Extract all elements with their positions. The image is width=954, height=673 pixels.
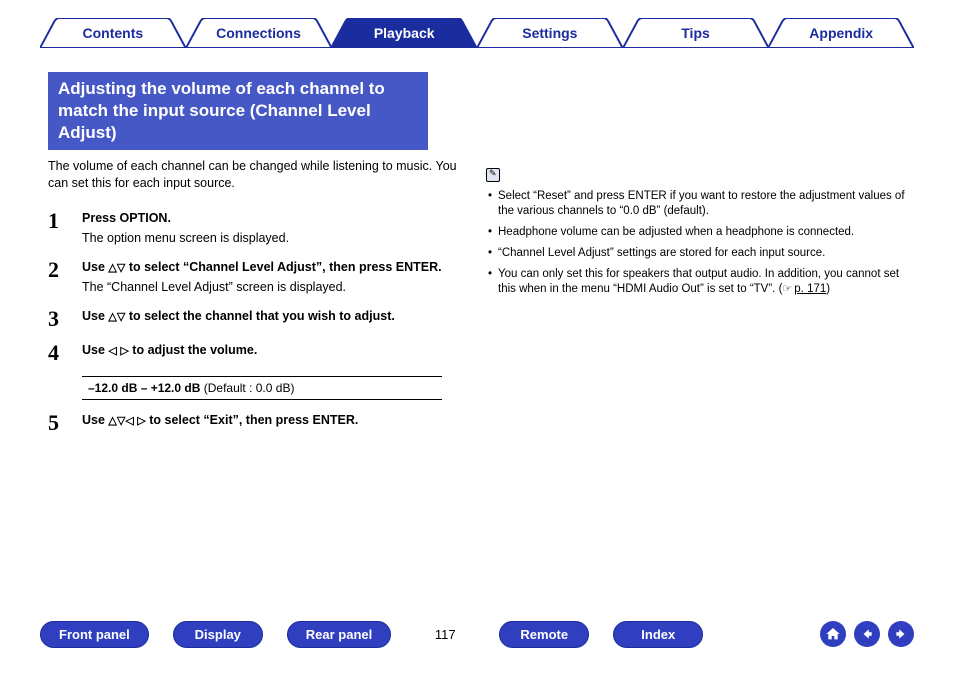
tab-label: Appendix [809,25,873,41]
step-title: Use to select “Exit”, then press ENTER. [82,412,458,430]
step-desc: The “Channel Level Adjust” screen is dis… [82,279,458,297]
top-tab-row: Contents Connections Playback Settings T… [0,0,954,54]
step-5: 5 Use to select “Exit”, then press ENTER… [48,412,458,434]
step-number: 4 [48,342,66,364]
prev-page-icon[interactable] [854,621,880,647]
tab-label: Connections [216,25,301,41]
tab-tips[interactable]: Tips [623,18,769,48]
triangle-up-icon [108,309,116,323]
bottom-bar: Front panel Display Rear panel 117 Remot… [0,619,954,649]
tab-contents[interactable]: Contents [40,18,186,48]
tab-playback[interactable]: Playback [331,18,477,48]
steps-list: 1 Press OPTION. The option menu screen i… [48,210,458,434]
note-item: Select “Reset” and press ENTER if you wa… [486,189,906,219]
parameter-range: –12.0 dB – +12.0 dB (Default : 0.0 dB) [82,376,442,400]
home-icon[interactable] [820,621,846,647]
index-button[interactable]: Index [613,621,703,648]
step-2: 2 Use to select “Channel Level Adjust”, … [48,259,458,296]
tab-settings[interactable]: Settings [477,18,623,48]
param-rest: (Default : 0.0 dB) [200,381,294,395]
triangle-left-icon [108,343,116,357]
step-number: 1 [48,210,66,247]
tab-label: Settings [522,25,577,41]
note-item: Headphone volume can be adjusted when a … [486,225,906,240]
step-number: 5 [48,412,66,434]
step-number: 2 [48,259,66,296]
tab-connections[interactable]: Connections [186,18,332,48]
step-title: Use to select the channel that you wish … [82,308,458,326]
step-desc: The option menu screen is displayed. [82,230,458,248]
tab-label: Playback [374,25,435,41]
cross-ref-icon [782,283,794,295]
step-3: 3 Use to select the channel that you wis… [48,308,458,330]
tab-label: Tips [681,25,710,41]
param-strong: –12.0 dB – +12.0 dB [88,381,200,395]
step-title: Use to select “Channel Level Adjust”, th… [82,259,458,277]
note-item: You can only set this for speakers that … [486,267,906,297]
next-page-icon[interactable] [888,621,914,647]
page-title: Adjusting the volume of each channel to … [48,72,428,150]
content-columns: The volume of each channel can be change… [0,158,954,446]
triangle-up-icon [108,260,116,274]
note-item: “Channel Level Adjust” settings are stor… [486,246,906,261]
page-ref-link[interactable]: p. 171 [794,283,826,295]
note-icon [486,168,500,182]
triangle-right-icon [137,413,145,427]
page-number: 117 [435,627,456,642]
tab-appendix[interactable]: Appendix [768,18,914,48]
step-number: 3 [48,308,66,330]
step-1: 1 Press OPTION. The option menu screen i… [48,210,458,247]
triangle-right-icon [120,343,128,357]
step-4: 4 Use to adjust the volume. [48,342,458,364]
step-title: Press OPTION. [82,210,458,228]
notes-column: Select “Reset” and press ENTER if you wa… [486,158,906,446]
front-panel-button[interactable]: Front panel [40,621,149,648]
triangle-left-icon [125,413,133,427]
display-button[interactable]: Display [173,621,263,648]
step-title: Use to adjust the volume. [82,342,458,360]
triangle-up-icon [108,413,116,427]
page-number-wrap: 117 [415,627,475,642]
tab-label: Contents [83,25,144,41]
remote-button[interactable]: Remote [499,621,589,648]
rear-panel-button[interactable]: Rear panel [287,621,391,648]
lead-paragraph: The volume of each channel can be change… [48,158,458,192]
